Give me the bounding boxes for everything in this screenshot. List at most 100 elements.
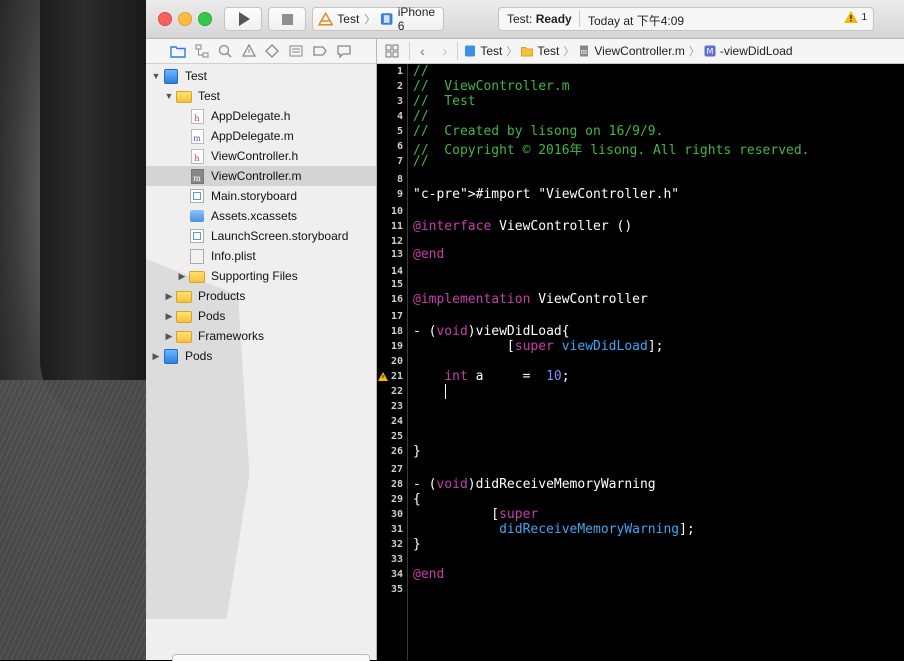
navigator-item[interactable]: Assets.xcassets: [146, 206, 376, 226]
line-number: 27: [390, 464, 403, 475]
svg-text:m: m: [581, 48, 588, 56]
scheme-target-label: Test: [337, 12, 360, 26]
symbol-navigator-icon[interactable]: [194, 43, 210, 59]
line-number: 16: [390, 294, 403, 305]
search-navigator-icon[interactable]: [217, 43, 233, 59]
code-line[interactable]: [super: [413, 507, 538, 522]
code-line[interactable]: - (void)viewDidLoad{: [413, 324, 570, 339]
line-number: 15: [390, 279, 403, 290]
navigator-item-label: AppDelegate.m: [211, 129, 294, 143]
navigator-item[interactable]: Info.plist: [146, 246, 376, 266]
breakpoint-navigator-icon[interactable]: [312, 43, 328, 59]
navigator-item-label: Test: [185, 69, 208, 83]
line-number: 6: [396, 141, 403, 152]
breadcrumb-method[interactable]: -viewDidLoad: [720, 44, 793, 58]
navigator-item[interactable]: h ViewController.h: [146, 146, 376, 166]
line-number: 2: [396, 81, 403, 92]
code-line[interactable]: }: [413, 444, 421, 459]
report-navigator-icon[interactable]: [336, 43, 352, 59]
jump-bar: ‹ › Test 〉 Test 〉 m ViewController.m 〉 M…: [377, 39, 904, 64]
disclosure-closed-icon[interactable]: ▶: [164, 331, 174, 342]
code-line[interactable]: [super viewDidLoad];: [413, 339, 664, 354]
chevron-right-icon: 〉: [688, 46, 700, 58]
navigator-item-label: AppDelegate.h: [211, 109, 291, 123]
line-number: 31: [390, 524, 403, 535]
code-line[interactable]: // ViewController.m: [413, 79, 570, 94]
navigator-item[interactable]: ▼ Test: [146, 66, 376, 86]
status-time: Today at 下午4:09: [588, 14, 685, 28]
navigator-item[interactable]: ▶ Frameworks: [146, 326, 376, 346]
project-file-icon: [465, 45, 476, 57]
toolbar: Test 〉 iPhone 6 Test: Ready Today at 下午4…: [146, 0, 904, 39]
chevron-right-icon: 〉: [563, 46, 575, 58]
disclosure-closed-icon[interactable]: ▶: [151, 351, 161, 362]
fullscreen-window-button[interactable]: [198, 12, 212, 26]
navigator-item[interactable]: h AppDelegate.h: [146, 106, 376, 126]
text-cursor: [445, 384, 446, 399]
breadcrumb-file[interactable]: ViewController.m: [594, 44, 684, 58]
project-icon: [164, 348, 178, 364]
warning-indicator[interactable]: 1: [844, 11, 867, 23]
code-line[interactable]: @implementation ViewController: [413, 292, 648, 307]
line-number: 29: [390, 494, 403, 505]
disclosure-open-icon[interactable]: ▼: [151, 71, 161, 81]
breadcrumb-group[interactable]: Test: [537, 44, 559, 58]
code-line[interactable]: @interface ViewController (): [413, 219, 632, 234]
disclosure-closed-icon[interactable]: ▶: [164, 291, 174, 302]
line-number: 26: [390, 446, 403, 457]
code-line[interactable]: //: [413, 64, 429, 79]
folder-navigator-icon[interactable]: [170, 43, 186, 59]
navigator-item[interactable]: m AppDelegate.m: [146, 126, 376, 146]
back-arrow-icon[interactable]: ‹: [420, 43, 425, 59]
stop-button[interactable]: [268, 7, 306, 31]
navigator-item[interactable]: ▶ Pods: [146, 306, 376, 326]
navigator-item[interactable]: ▼ Test: [146, 86, 376, 106]
code-line[interactable]: int a = 10;: [413, 369, 569, 384]
close-window-button[interactable]: [158, 12, 172, 26]
line-number-gutter[interactable]: 1 2 3 4 5 6 7 8 9 10 11 12 13 14 15 16 17 18 19 20 21 22 23 24 2…: [377, 64, 408, 660]
line-number: 23: [390, 401, 403, 412]
code-line[interactable]: // Copyright © 2016年 lisong. All rights …: [413, 139, 810, 158]
disclosure-closed-icon[interactable]: ▶: [164, 311, 174, 322]
disclosure-open-icon[interactable]: ▼: [164, 91, 174, 101]
code-line[interactable]: - (void)didReceiveMemoryWarning: [413, 477, 656, 492]
line-number: 7: [396, 156, 403, 167]
code-line[interactable]: {: [413, 492, 421, 507]
code-line[interactable]: "c-pre">#import "ViewController.h": [413, 187, 679, 202]
scheme-device-label: iPhone 6: [397, 5, 436, 33]
test-navigator-icon[interactable]: [264, 43, 280, 59]
wallpaper-road: [0, 380, 146, 660]
line-warning-icon[interactable]: [378, 372, 388, 382]
project-navigator: ▼ Test ▼ Test h AppDelegate.h m AppDelegate.m h V…: [146, 39, 377, 661]
run-button[interactable]: [224, 7, 262, 31]
issue-navigator-icon[interactable]: [241, 43, 257, 59]
navigator-item[interactable]: ▶ Supporting Files: [146, 266, 376, 286]
chevron-right-icon: 〉: [364, 14, 376, 26]
navigator-item-label: Products: [198, 289, 246, 303]
navigator-item[interactable]: ▶ Pods: [146, 346, 376, 366]
line-number: 20: [390, 356, 403, 367]
code-line[interactable]: //: [413, 154, 429, 169]
scheme-selector[interactable]: Test 〉 iPhone 6: [312, 5, 444, 33]
code-line[interactable]: //: [413, 109, 429, 124]
navigator-item[interactable]: m ViewController.m: [146, 166, 376, 186]
related-items-icon[interactable]: [385, 44, 399, 58]
warning-count: 1: [861, 11, 867, 23]
source-editor[interactable]: 1 2 3 4 5 6 7 8 9 10 11 12 13 14 15 16 17 18 19 20 21 22 23 24 2…: [377, 64, 904, 660]
code-line[interactable]: @end: [413, 567, 444, 582]
objc-file-icon: m: [190, 128, 204, 144]
navigator-item[interactable]: ▶ Products: [146, 286, 376, 306]
code-line[interactable]: @end: [413, 247, 444, 262]
disclosure-closed-icon[interactable]: ▶: [177, 271, 187, 282]
debug-navigator-icon[interactable]: [288, 43, 304, 59]
code-line[interactable]: // Created by lisong on 16/9/9.: [413, 124, 663, 139]
forward-arrow-icon[interactable]: ›: [443, 43, 448, 59]
xcode-window: Test 〉 iPhone 6 Test: Ready Today at 下午4…: [146, 0, 904, 661]
breadcrumb-project[interactable]: Test: [480, 44, 502, 58]
navigator-item[interactable]: LaunchScreen.storyboard: [146, 226, 376, 246]
minimize-window-button[interactable]: [178, 12, 192, 26]
code-line[interactable]: didReceiveMemoryWarning];: [413, 522, 695, 537]
code-line[interactable]: // Test: [413, 94, 476, 109]
code-line[interactable]: }: [413, 537, 421, 552]
navigator-item[interactable]: Main.storyboard: [146, 186, 376, 206]
